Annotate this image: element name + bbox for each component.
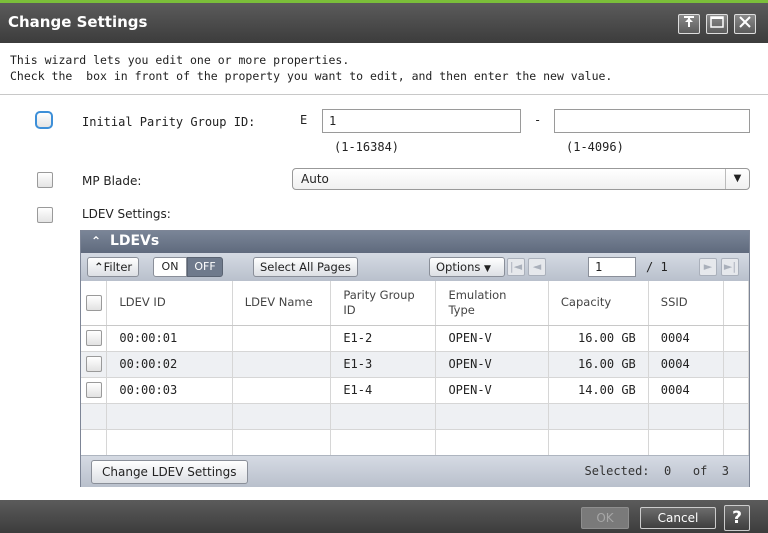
row-checkbox[interactable]: [86, 330, 102, 346]
empty-row: [81, 403, 749, 430]
help-button[interactable]: ?: [724, 505, 750, 531]
select-all-pages-button[interactable]: Select All Pages: [253, 257, 358, 277]
filler-cell: [723, 351, 749, 378]
parity-group-cell: E1-4: [330, 377, 437, 404]
emulation-type-cell: OPEN-V: [435, 351, 549, 378]
column-header-ldev-id[interactable]: LDEV ID: [106, 281, 233, 326]
parity-prefix: E: [300, 113, 308, 127]
ldev-name-cell: [232, 377, 332, 404]
empty-row: [81, 429, 749, 456]
capacity-cell: 16.00 GB: [548, 351, 649, 378]
row-checkbox-cell[interactable]: [81, 377, 108, 404]
emulation-type-cell: OPEN-V: [435, 377, 549, 404]
parity-first-range: (1-16384): [334, 140, 400, 154]
chevron-down-icon[interactable]: ▼: [725, 169, 749, 189]
ldevs-toolbar: ⌃Filter ON OFF Select All Pages Options …: [81, 253, 749, 281]
ldev-id-cell: 00:00:03: [106, 377, 233, 404]
parity-group-first-input[interactable]: 1: [322, 109, 521, 133]
mp-blade-value: Auto: [301, 172, 329, 186]
options-label: Options: [436, 260, 481, 274]
ldevs-title: LDEVs: [109, 233, 160, 249]
parity-group-cell: E1-3: [330, 351, 437, 378]
table-row[interactable]: 00:00:01 E1-2 OPEN-V 16.00 GB 0004: [81, 325, 749, 352]
capacity-cell: 14.00 GB: [548, 377, 649, 404]
ldev-id-cell: 00:00:02: [106, 351, 233, 378]
column-header-parity-group[interactable]: Parity Group ID: [330, 281, 437, 326]
ldevs-panel: ⌃ LDEVs ⌃Filter ON OFF Select All Pages …: [80, 230, 750, 487]
parity-second-range: (1-4096): [566, 140, 624, 154]
ldevs-panel-header[interactable]: ⌃ LDEVs: [81, 231, 749, 253]
filter-button[interactable]: ⌃Filter: [87, 257, 140, 277]
prev-page-icon[interactable]: ◄: [528, 258, 546, 276]
collapse-icon[interactable]: ⌃: [91, 234, 101, 248]
ok-button[interactable]: OK: [581, 507, 629, 529]
select-all-checkbox-cell[interactable]: [81, 281, 108, 326]
row-checkbox-cell[interactable]: [81, 351, 108, 378]
options-button[interactable]: Options ▼: [429, 257, 505, 277]
column-header-ldev-name[interactable]: LDEV Name: [232, 281, 332, 326]
title-bar: Change Settings: [0, 3, 768, 43]
parity-group-label: Initial Parity Group ID:: [82, 115, 256, 129]
dialog-footer: OK Cancel ?: [0, 500, 768, 533]
mp-blade-label: MP Blade:: [82, 174, 142, 188]
intro-text: This wizard lets you edit one or more pr…: [10, 52, 612, 84]
parity-separator: -: [534, 113, 542, 127]
dialog-title: Change Settings: [8, 13, 148, 31]
filter-off-toggle[interactable]: OFF: [187, 257, 223, 277]
ldev-settings-checkbox[interactable]: [37, 207, 53, 223]
ldevs-panel-footer: Change LDEV Settings Selected: 0 of 3: [81, 455, 749, 487]
parity-group-checkbox[interactable]: [35, 111, 53, 129]
table-row[interactable]: 00:00:03 E1-4 OPEN-V 14.00 GB 0004: [81, 377, 749, 404]
filter-label: Filter: [103, 260, 133, 274]
change-ldev-settings-button[interactable]: Change LDEV Settings: [91, 460, 248, 484]
last-page-icon[interactable]: ►|: [721, 258, 739, 276]
ldev-settings-label: LDEV Settings:: [82, 207, 171, 221]
emulation-type-cell: OPEN-V: [435, 325, 549, 352]
divider: [0, 94, 768, 95]
filler-cell: [723, 377, 749, 404]
maximize-icon[interactable]: [706, 14, 728, 34]
column-header-emulation-type[interactable]: Emulation Type: [435, 281, 549, 326]
ssid-cell: 0004: [648, 377, 725, 404]
intro-line-1: This wizard lets you edit one or more pr…: [10, 53, 350, 67]
row-checkbox[interactable]: [86, 356, 102, 372]
select-all-checkbox[interactable]: [86, 294, 102, 311]
selected-count: Selected: 0 of 3: [584, 464, 730, 478]
row-checkbox[interactable]: [86, 382, 102, 398]
page-total: / 1: [646, 260, 668, 274]
capacity-cell: 16.00 GB: [548, 325, 649, 352]
column-header-ssid[interactable]: SSID: [648, 281, 725, 326]
ssid-cell: 0004: [648, 325, 725, 352]
pin-icon[interactable]: [678, 14, 700, 34]
mp-blade-checkbox[interactable]: [37, 172, 53, 188]
collapse-small-icon: ⌃: [94, 260, 104, 274]
mp-blade-select[interactable]: Auto ▼: [292, 168, 750, 190]
filler-cell: [723, 325, 749, 352]
cancel-button[interactable]: Cancel: [640, 507, 716, 529]
ldev-name-cell: [232, 325, 332, 352]
ldev-id-cell: 00:00:01: [106, 325, 233, 352]
chevron-down-icon: ▼: [484, 264, 491, 274]
parity-group-second-input[interactable]: [554, 109, 750, 133]
column-header-filler: [723, 281, 749, 326]
table-header-row: LDEV ID LDEV Name Parity Group ID Emulat…: [81, 281, 749, 326]
next-page-icon[interactable]: ►: [699, 258, 717, 276]
intro-line-2: Check the box in front of the property y…: [10, 69, 613, 83]
ldev-name-cell: [232, 351, 332, 378]
parity-group-cell: E1-2: [330, 325, 437, 352]
table-row[interactable]: 00:00:02 E1-3 OPEN-V 16.00 GB 0004: [81, 351, 749, 378]
ldevs-table: LDEV ID LDEV Name Parity Group ID Emulat…: [81, 281, 749, 456]
filter-on-toggle[interactable]: ON: [153, 257, 187, 277]
close-icon[interactable]: [734, 14, 756, 34]
first-page-icon[interactable]: |◄: [507, 258, 525, 276]
ssid-cell: 0004: [648, 351, 725, 378]
row-checkbox-cell[interactable]: [81, 325, 108, 352]
column-header-capacity[interactable]: Capacity: [548, 281, 649, 326]
page-number-input[interactable]: 1: [588, 257, 636, 277]
